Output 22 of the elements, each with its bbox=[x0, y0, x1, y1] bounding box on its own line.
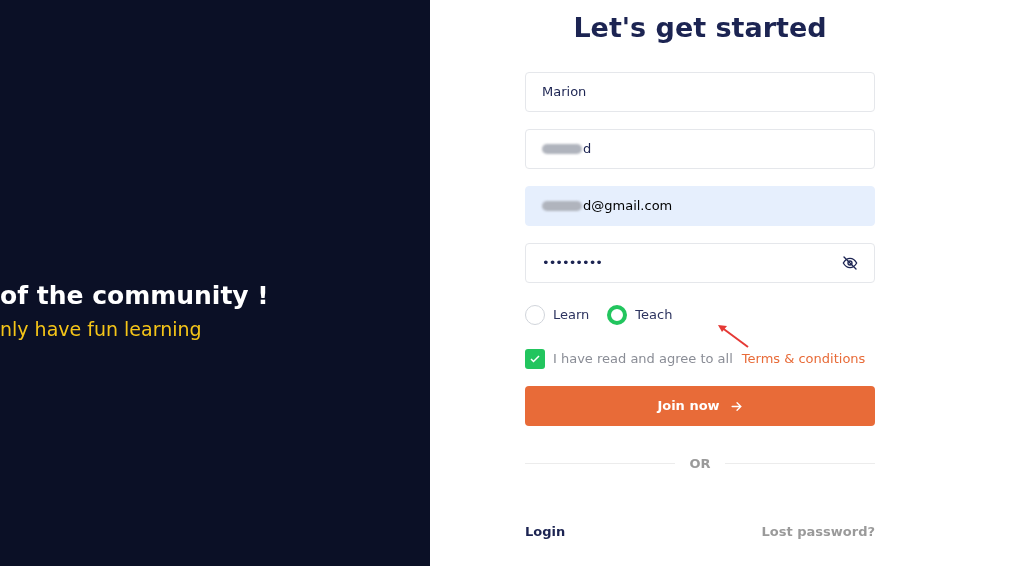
hero-tagline: nly have fun learning bbox=[0, 317, 203, 342]
agree-text: I have read and agree to all bbox=[553, 350, 733, 369]
form-title: Let's get started bbox=[572, 11, 828, 45]
annotation-arrow bbox=[716, 323, 750, 349]
hide-password-icon[interactable] bbox=[842, 255, 858, 271]
input-field[interactable]: Marion bbox=[525, 72, 875, 112]
field-value: d bbox=[583, 140, 593, 159]
agree-checkbox[interactable] bbox=[525, 349, 545, 369]
hero-headline: of the community ! bbox=[0, 280, 270, 312]
check-icon bbox=[529, 353, 541, 365]
input-field[interactable]: d@gmail.com bbox=[525, 186, 875, 226]
radio-button[interactable] bbox=[607, 305, 628, 325]
login-link[interactable]: Login bbox=[525, 521, 566, 541]
field-value: ••••••••• bbox=[542, 254, 603, 273]
password-field[interactable]: ••••••••• bbox=[525, 243, 875, 283]
field-value: d@gmail.com bbox=[583, 197, 674, 216]
divider-label: OR bbox=[689, 455, 711, 473]
radio-label: Learn bbox=[553, 306, 590, 325]
input-field[interactable]: d bbox=[525, 129, 875, 169]
field-value: Marion bbox=[542, 83, 588, 102]
radio-label: Teach bbox=[635, 306, 673, 325]
arrow-right-icon bbox=[729, 399, 743, 413]
